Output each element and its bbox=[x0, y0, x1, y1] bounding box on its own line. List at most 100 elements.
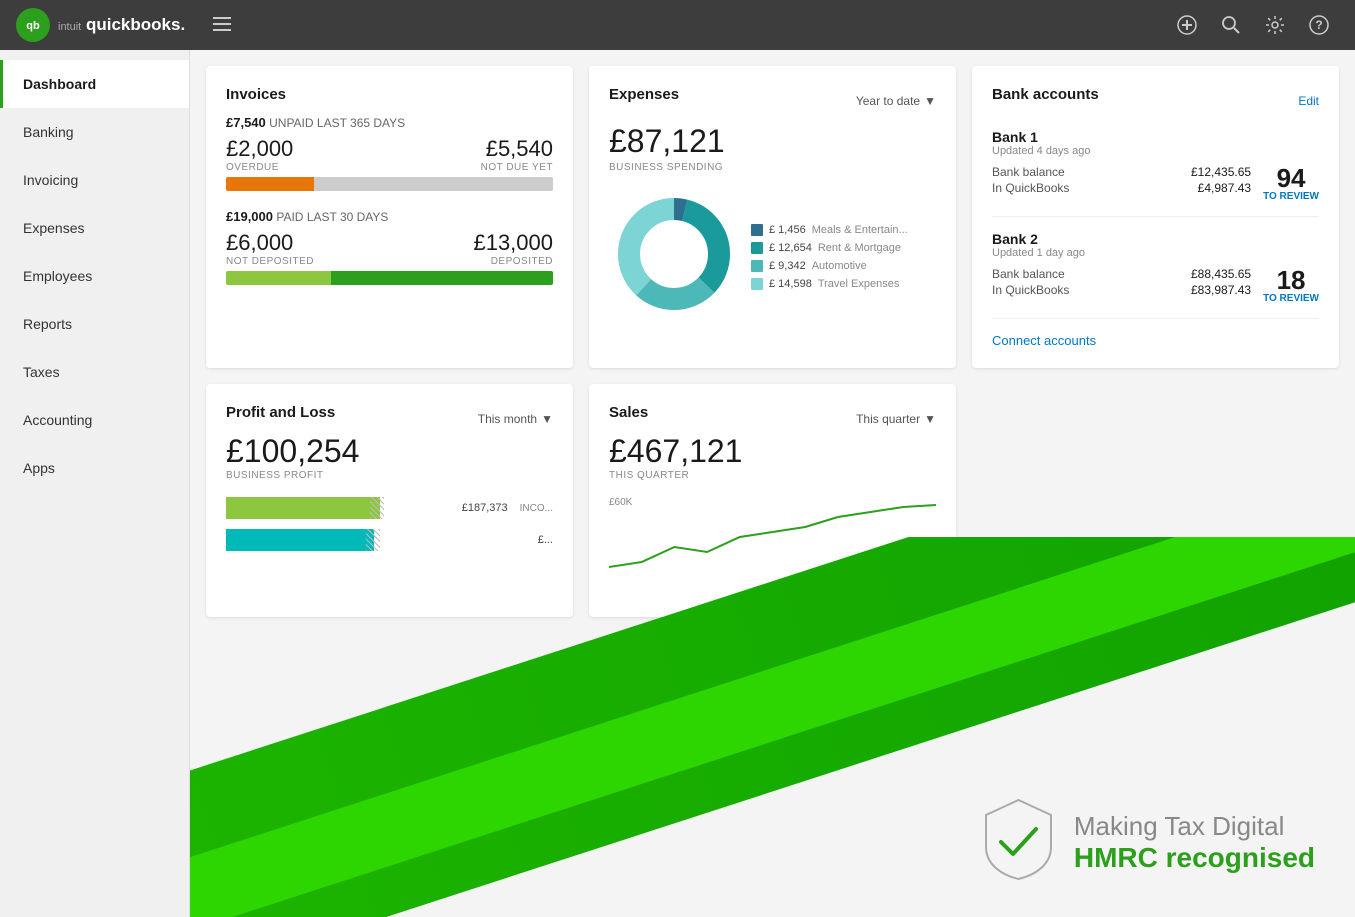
bank2-qb-amount: £83,987.43 bbox=[1191, 283, 1251, 297]
settings-button[interactable] bbox=[1255, 5, 1295, 45]
sidebar-item-employees[interactable]: Employees bbox=[0, 252, 189, 300]
bank1-review-count: 94 bbox=[1277, 165, 1306, 191]
pnl-widget: Profit and Loss This month ▼ £100,254 BU… bbox=[206, 384, 573, 617]
bank2-review-badge: 18 TO REVIEW bbox=[1263, 267, 1319, 304]
sales-y-axis: £60K bbox=[609, 497, 632, 508]
bank1-qb-label: In QuickBooks bbox=[992, 181, 1069, 195]
not-due-amount: £5,540 bbox=[481, 136, 553, 162]
main-layout: Dashboard Banking Invoicing Expenses Emp… bbox=[0, 50, 1355, 917]
search-button[interactable] bbox=[1211, 5, 1251, 45]
sidebar-item-banking[interactable]: Banking bbox=[0, 108, 189, 156]
expenses-legend: £ 1,456 Meals & Entertain... £ 12,654 Re… bbox=[751, 189, 908, 324]
overdue-amount: £2,000 bbox=[226, 136, 293, 162]
expenses-header: Expenses Year to date ▼ bbox=[609, 86, 936, 115]
sidebar: Dashboard Banking Invoicing Expenses Emp… bbox=[0, 50, 190, 917]
unpaid-label: £7,540 UNPAID LAST 365 DAYS bbox=[226, 115, 553, 130]
expenses-bar-value: £... bbox=[538, 534, 553, 546]
expenses-bar-hatch bbox=[366, 529, 380, 551]
sidebar-item-taxes[interactable]: Taxes bbox=[0, 348, 189, 396]
bank2-name: Bank 2 bbox=[992, 231, 1319, 247]
not-deposited-amount: £6,000 bbox=[226, 230, 314, 256]
not-deposited-label: NOT DEPOSITED bbox=[226, 256, 314, 267]
logo-area: qb intuit quickbooks. bbox=[16, 8, 185, 42]
top-navigation: qb intuit quickbooks. ? bbox=[0, 0, 1355, 50]
bank2-balance-label: Bank balance bbox=[992, 267, 1065, 281]
bank1-qb-amount: £4,987.43 bbox=[1198, 181, 1251, 195]
bank1-review-badge: 94 TO REVIEW bbox=[1263, 165, 1319, 202]
pnl-header: Profit and Loss This month ▼ bbox=[226, 404, 553, 433]
invoices-title: Invoices bbox=[226, 86, 553, 103]
not-due-label: NOT DUE YET bbox=[481, 162, 553, 173]
sales-widget: Sales This quarter ▼ £467,121 THIS QUART… bbox=[589, 384, 956, 617]
pnl-title: Profit and Loss bbox=[226, 404, 335, 421]
income-bar-label: INCO... bbox=[520, 503, 553, 514]
income-bar-hatch bbox=[370, 497, 384, 519]
bank2-review-label[interactable]: TO REVIEW bbox=[1263, 293, 1319, 304]
sales-header: Sales This quarter ▼ bbox=[609, 404, 936, 433]
legend-item-meals: £ 1,456 Meals & Entertain... bbox=[751, 224, 908, 236]
unpaid-amounts: £2,000 OVERDUE £5,540 NOT DUE YET bbox=[226, 136, 553, 173]
bank-edit-button[interactable]: Edit bbox=[1298, 94, 1319, 108]
bank1-review-label[interactable]: TO REVIEW bbox=[1263, 191, 1319, 202]
hmrc-line2: HMRC recognised bbox=[1074, 842, 1315, 874]
sales-title: Sales bbox=[609, 404, 648, 421]
pnl-total: £100,254 bbox=[226, 433, 553, 470]
bank2-qb-label: In QuickBooks bbox=[992, 283, 1069, 297]
sidebar-item-expenses[interactable]: Expenses bbox=[0, 204, 189, 252]
chevron-down-icon: ▼ bbox=[541, 412, 553, 426]
pnl-sublabel: BUSINESS PROFIT bbox=[226, 470, 553, 481]
bank2-balances: Bank balance £88,435.65 In QuickBooks £8… bbox=[992, 267, 1319, 304]
help-button[interactable]: ? bbox=[1299, 5, 1339, 45]
sidebar-item-dashboard[interactable]: Dashboard bbox=[0, 60, 189, 108]
overdue-bar bbox=[226, 177, 314, 191]
hamburger-menu-button[interactable] bbox=[205, 11, 239, 40]
main-content: Invoices £7,540 UNPAID LAST 365 DAYS £2,… bbox=[190, 50, 1355, 917]
connect-accounts-link[interactable]: Connect accounts bbox=[992, 333, 1319, 348]
add-button[interactable] bbox=[1167, 5, 1207, 45]
overdue-label: OVERDUE bbox=[226, 162, 293, 173]
sidebar-item-reports[interactable]: Reports bbox=[0, 300, 189, 348]
bank-account-2: Bank 2 Updated 1 day ago Bank balance £8… bbox=[992, 231, 1319, 319]
paid-amounts: £6,000 NOT DEPOSITED £13,000 DEPOSITED bbox=[226, 230, 553, 267]
hmrc-shield-icon bbox=[981, 797, 1056, 887]
expenses-sublabel: BUSINESS SPENDING bbox=[609, 162, 936, 173]
logo-text: intuit quickbooks. bbox=[58, 15, 185, 35]
deposited-amount: £13,000 bbox=[473, 230, 553, 256]
sales-period-selector[interactable]: This quarter ▼ bbox=[856, 412, 936, 426]
sidebar-item-apps[interactable]: Apps bbox=[0, 444, 189, 492]
bank1-name: Bank 1 bbox=[992, 129, 1319, 145]
widget-grid: Invoices £7,540 UNPAID LAST 365 DAYS £2,… bbox=[206, 66, 1339, 617]
sidebar-item-invoicing[interactable]: Invoicing bbox=[0, 156, 189, 204]
legend-item-rent: £ 12,654 Rent & Mortgage bbox=[751, 242, 908, 254]
sidebar-item-accounting[interactable]: Accounting bbox=[0, 396, 189, 444]
svg-text:qb: qb bbox=[26, 20, 40, 32]
unpaid-progress-bar bbox=[226, 177, 553, 191]
expenses-bar bbox=[226, 529, 374, 551]
pnl-period-selector[interactable]: This month ▼ bbox=[478, 412, 553, 426]
donut-chart bbox=[609, 189, 739, 324]
sales-sublabel: THIS QUARTER bbox=[609, 470, 936, 481]
expenses-total: £87,121 bbox=[609, 123, 936, 160]
bank2-updated: Updated 1 day ago bbox=[992, 247, 1319, 259]
expenses-period-selector[interactable]: Year to date ▼ bbox=[856, 94, 936, 108]
expenses-bar-row: £... bbox=[226, 529, 553, 551]
not-due-bar bbox=[314, 177, 553, 191]
expenses-title: Expenses bbox=[609, 86, 679, 103]
sales-total: £467,121 bbox=[609, 433, 936, 470]
not-deposited-bar bbox=[226, 271, 331, 285]
chevron-down-icon: ▼ bbox=[924, 94, 936, 108]
legend-item-travel: £ 14,598 Travel Expenses bbox=[751, 278, 908, 290]
bank-accounts-widget: Bank accounts Edit Bank 1 Updated 4 days… bbox=[972, 66, 1339, 368]
quickbooks-logo-icon: qb bbox=[16, 8, 50, 42]
deposited-label: DEPOSITED bbox=[473, 256, 553, 267]
income-bar-value: £187,373 bbox=[462, 502, 508, 514]
bank1-balance-label: Bank balance bbox=[992, 165, 1065, 179]
sales-chart: £60K bbox=[609, 497, 936, 597]
bank2-balance-amount: £88,435.65 bbox=[1191, 267, 1251, 281]
hmrc-line1: Making Tax Digital bbox=[1074, 811, 1315, 842]
legend-item-auto: £ 9,342 Automotive bbox=[751, 260, 908, 272]
legend-dot-meals bbox=[751, 224, 763, 236]
expenses-content: £ 1,456 Meals & Entertain... £ 12,654 Re… bbox=[609, 189, 936, 324]
svg-text:?: ? bbox=[1315, 18, 1322, 32]
deposited-bar bbox=[331, 271, 553, 285]
